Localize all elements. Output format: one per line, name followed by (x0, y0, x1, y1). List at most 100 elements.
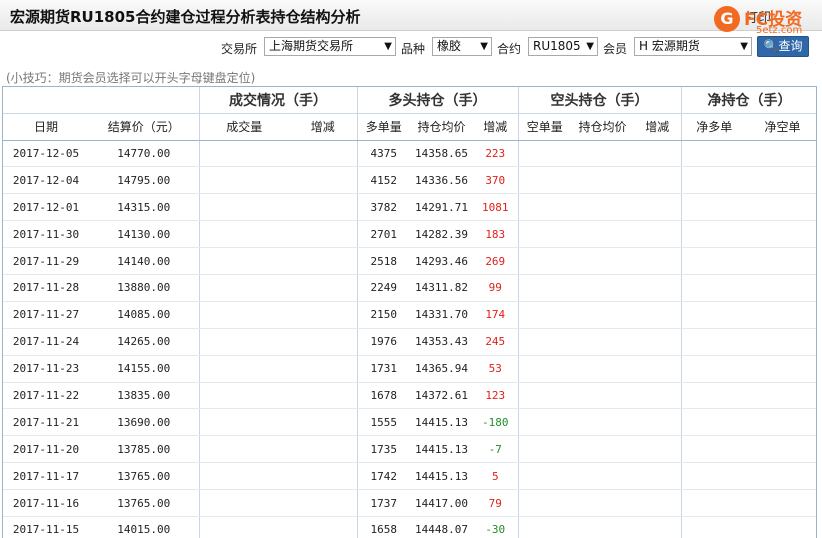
brand-logo: G FC投资 5etz.com (712, 3, 818, 37)
cell-long-avg: 14358.65 (410, 140, 473, 168)
contract-select[interactable]: RU1805 ▼ (528, 37, 598, 56)
column-header[interactable]: 持仓均价 (410, 113, 473, 141)
cell-net-long (681, 301, 747, 329)
cell-long-chg: 5 (473, 462, 519, 491)
column-header[interactable]: 净多单 (681, 113, 747, 141)
cell-short-chg (634, 516, 682, 538)
column-header[interactable]: 成交量 (199, 113, 289, 141)
tip-text: (小技巧：期货会员选择可以开头字母键盘定位) (6, 71, 256, 85)
cell-vol-chg (289, 247, 358, 275)
cell-short (518, 516, 571, 538)
cell-net-long (681, 193, 747, 222)
cell-vol-chg (289, 516, 358, 538)
product-label: 品种 (401, 42, 426, 56)
table-row: 2017-11-29 14140.00 2518 14293.46 269 (3, 247, 816, 275)
cell-vol-chg (289, 220, 358, 249)
query-button[interactable]: 🔍查询 (757, 36, 809, 57)
cell-settle: 14140.00 (89, 247, 200, 275)
cell-date: 2017-11-21 (3, 408, 89, 437)
cell-net-long (681, 166, 747, 195)
cell-settle: 14015.00 (89, 516, 200, 538)
column-header[interactable]: 净空单 (747, 113, 816, 141)
cell-short (518, 462, 571, 491)
cell-long-chg: 174 (473, 301, 519, 329)
logo-domain-text: 5etz.com (756, 25, 803, 36)
column-header[interactable]: 结算价（元） (89, 113, 200, 141)
cell-net-short (747, 462, 816, 491)
cell-date: 2017-11-23 (3, 355, 89, 383)
cell-net-long (681, 247, 747, 275)
cell-net-short (747, 355, 816, 383)
column-header[interactable]: 空单量 (518, 113, 571, 141)
cell-long-chg: 53 (473, 355, 519, 383)
title-bar: 宏源期货RU1805合约建仓过程分析表持仓结构分析 打印 (0, 0, 822, 31)
cell-vol-chg (289, 274, 358, 302)
cell-long-chg: -30 (473, 516, 519, 538)
cell-short-chg (634, 355, 682, 383)
exchange-select[interactable]: 上海期货交易所 ▼ (264, 37, 396, 56)
cell-short (518, 166, 571, 195)
cell-long: 2701 (357, 220, 410, 249)
page-title: 宏源期货RU1805合约建仓过程分析表持仓结构分析 (10, 8, 361, 26)
cell-vol (199, 408, 289, 437)
cell-short-avg (571, 435, 634, 464)
cell-long: 2518 (357, 247, 410, 275)
cell-settle: 14265.00 (89, 328, 200, 356)
cell-vol (199, 220, 289, 249)
column-header[interactable]: 持仓均价 (571, 113, 634, 141)
table-row: 2017-11-20 13785.00 1735 14415.13 -7 (3, 435, 816, 464)
chevron-down-icon: ▼ (586, 41, 594, 52)
cell-vol (199, 355, 289, 383)
chevron-down-icon: ▼ (480, 41, 488, 52)
cell-long-chg: 223 (473, 140, 519, 168)
cell-long: 1976 (357, 328, 410, 356)
cell-vol (199, 140, 289, 168)
cell-long: 1731 (357, 355, 410, 383)
cell-short-chg (634, 166, 682, 195)
cell-short-chg (634, 301, 682, 329)
cell-vol-chg (289, 382, 358, 410)
cell-settle: 13690.00 (89, 408, 200, 437)
cell-short-avg (571, 193, 634, 222)
member-select-value: H 宏源期货 (639, 39, 700, 53)
cell-settle: 13765.00 (89, 489, 200, 517)
cell-short (518, 328, 571, 356)
cell-net-short (747, 382, 816, 410)
member-select[interactable]: H 宏源期货 ▼ (634, 37, 752, 56)
column-header[interactable]: 多单量 (357, 113, 410, 141)
cell-vol-chg (289, 489, 358, 517)
cell-net-long (681, 408, 747, 437)
cell-long-avg: 14415.13 (410, 408, 473, 437)
search-icon: 🔍 (763, 39, 779, 53)
cell-settle: 13880.00 (89, 274, 200, 302)
cell-net-long (681, 140, 747, 168)
cell-vol (199, 247, 289, 275)
group-header-blank (3, 87, 200, 114)
cell-short-avg (571, 489, 634, 517)
cell-net-short (747, 193, 816, 222)
cell-vol-chg (289, 328, 358, 356)
cell-short-avg (571, 274, 634, 302)
cell-vol (199, 274, 289, 302)
cell-vol (199, 166, 289, 195)
cell-date: 2017-11-30 (3, 220, 89, 249)
column-header[interactable]: 增减 (289, 113, 358, 141)
table-row: 2017-11-28 13880.00 2249 14311.82 99 (3, 274, 816, 302)
cell-date: 2017-11-16 (3, 489, 89, 517)
cell-short (518, 247, 571, 275)
cell-settle: 14130.00 (89, 220, 200, 249)
group-header-net: 净持仓（手） (681, 87, 816, 114)
contract-select-value: RU1805 (533, 39, 581, 53)
column-header[interactable]: 增减 (473, 113, 519, 141)
cell-date: 2017-11-17 (3, 462, 89, 491)
cell-settle: 14085.00 (89, 301, 200, 329)
product-select[interactable]: 橡胶 ▼ (432, 37, 492, 56)
cell-short-chg (634, 382, 682, 410)
cell-short-avg (571, 220, 634, 249)
chevron-down-icon: ▼ (740, 41, 748, 52)
cell-vol-chg (289, 355, 358, 383)
column-header[interactable]: 日期 (3, 113, 89, 141)
column-header[interactable]: 增减 (634, 113, 682, 141)
cell-long-chg: 269 (473, 247, 519, 275)
cell-long-avg: 14365.94 (410, 355, 473, 383)
